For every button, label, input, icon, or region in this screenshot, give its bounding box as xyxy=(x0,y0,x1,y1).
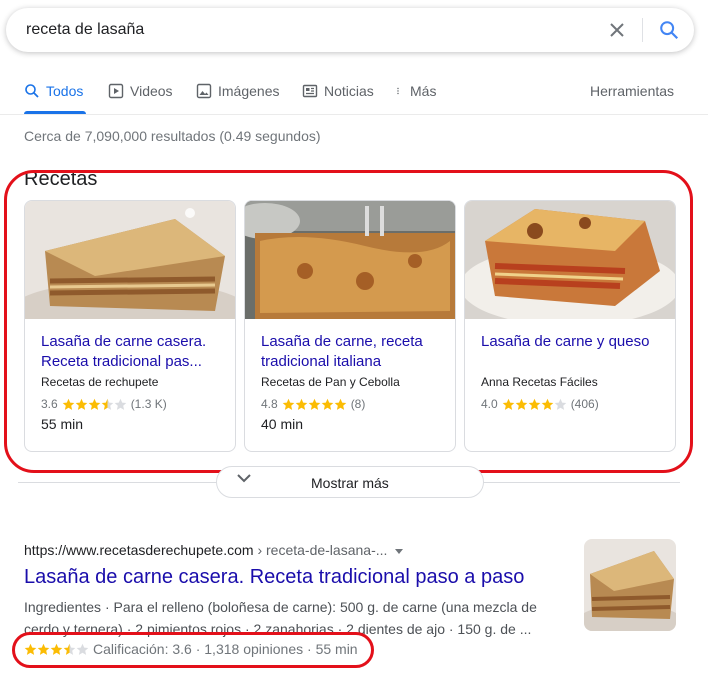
recipe-title[interactable]: Lasaña de carne y queso xyxy=(481,332,665,352)
result-thumbnail[interactable] xyxy=(584,539,676,631)
tab-imagenes[interactable]: Imágenes xyxy=(196,83,279,99)
recipe-rating: 3.6 (1.3 K) xyxy=(41,397,167,411)
result-title-link[interactable]: Lasaña de carne casera. Receta tradicion… xyxy=(24,566,524,589)
star-icon xyxy=(502,398,514,410)
star-rating xyxy=(24,643,89,656)
recipe-card[interactable]: Lasaña de carne, receta tradicional ital… xyxy=(244,200,456,452)
chevron-down-icon xyxy=(237,474,251,483)
recipe-source: Anna Recetas Fáciles xyxy=(481,375,598,389)
search-icon[interactable] xyxy=(658,19,680,41)
tools-button[interactable]: Herramientas xyxy=(590,83,674,99)
rating-value: 4.0 xyxy=(481,397,498,411)
result-domain: https://www.recetasderechupete.com xyxy=(24,542,254,558)
play-icon xyxy=(108,83,124,99)
star-icon xyxy=(528,398,540,410)
tab-mas[interactable]: Más xyxy=(396,83,436,99)
rating-text: Calificación: 3.6 · 1,318 opiniones · 55… xyxy=(93,641,358,657)
star-rating xyxy=(502,398,567,411)
search-tabs: Todos Videos Imágenes Noticias Más Herra… xyxy=(0,72,708,115)
dropdown-arrow-icon[interactable] xyxy=(395,548,404,554)
star-icon xyxy=(88,398,100,410)
review-count: (406) xyxy=(570,397,599,411)
result-url[interactable]: https://www.recetasderechupete.com › rec… xyxy=(24,542,404,558)
tab-label: Videos xyxy=(130,83,173,99)
rating-value: 4.8 xyxy=(261,397,278,411)
review-count: (8) xyxy=(350,397,366,411)
recipe-title[interactable]: Lasaña de carne casera. Receta tradicion… xyxy=(41,332,225,372)
star-icon xyxy=(37,643,50,655)
star-icon xyxy=(295,398,307,410)
recipe-image xyxy=(25,201,235,319)
recipe-source: Recetas de rechupete xyxy=(41,375,159,389)
cook-time: 55 min xyxy=(41,416,84,432)
recipe-title[interactable]: Lasaña de carne, receta tradicional ital… xyxy=(261,332,445,372)
cook-time: 40 min xyxy=(261,416,304,432)
tab-noticias[interactable]: Noticias xyxy=(302,83,374,99)
star-rating xyxy=(282,398,347,411)
star-icon xyxy=(308,398,320,410)
star-icon xyxy=(541,398,553,410)
result-stats: Cerca de 7,090,000 resultados (0.49 segu… xyxy=(24,128,321,144)
clear-icon[interactable] xyxy=(607,20,627,40)
star-icon xyxy=(321,398,333,410)
recipes-heading: Recetas xyxy=(24,168,98,190)
star-icon xyxy=(334,398,346,410)
star-icon xyxy=(76,643,89,655)
star-icon xyxy=(515,398,527,410)
star-icon xyxy=(75,398,87,410)
news-icon xyxy=(302,84,318,98)
star-icon xyxy=(63,643,76,655)
active-tab-indicator xyxy=(24,111,86,114)
search-divider xyxy=(642,18,643,42)
tab-videos[interactable]: Videos xyxy=(108,83,173,99)
review-count: (1.3 K) xyxy=(130,397,167,411)
star-icon xyxy=(101,398,113,410)
show-more-label: Mostrar más xyxy=(311,475,389,491)
star-icon xyxy=(24,643,37,655)
star-icon xyxy=(282,398,294,410)
recipe-source: Recetas de Pan y Cebolla xyxy=(261,375,400,389)
tab-label: Todos xyxy=(46,83,84,99)
show-more-button[interactable]: Mostrar más xyxy=(216,466,484,498)
recipe-rating: 4.8 (8) xyxy=(261,397,365,411)
search-input[interactable]: receta de lasaña xyxy=(26,21,144,39)
recipe-card[interactable]: Lasaña de carne y queso Anna Recetas Fác… xyxy=(464,200,676,452)
more-vert-icon xyxy=(397,87,399,95)
recipe-card[interactable]: Lasaña de carne casera. Receta tradicion… xyxy=(24,200,236,452)
tab-label: Más xyxy=(410,83,437,99)
star-rating xyxy=(62,398,127,411)
tab-label: Noticias xyxy=(324,83,374,99)
rating-value: 3.6 xyxy=(41,397,58,411)
tab-todos[interactable]: Todos xyxy=(24,83,83,99)
recipe-image xyxy=(245,201,455,319)
star-icon xyxy=(62,398,74,410)
star-icon xyxy=(50,643,63,655)
recipe-rating: 4.0 (406) xyxy=(481,397,599,411)
search-icon xyxy=(25,84,39,98)
tab-label: Imágenes xyxy=(218,83,280,99)
recipe-image xyxy=(465,201,675,319)
result-breadcrumb: › receta-de-lasana-... xyxy=(253,542,388,558)
result-snippet: Ingredientes · Para el relleno (boloñesa… xyxy=(24,599,537,637)
star-icon xyxy=(554,398,566,410)
search-box[interactable]: receta de lasaña xyxy=(6,8,694,52)
star-icon xyxy=(114,398,126,410)
image-icon xyxy=(196,83,212,99)
rich-snippet-rating: Calificación: 3.6 · 1,318 opiniones · 55… xyxy=(24,641,358,657)
